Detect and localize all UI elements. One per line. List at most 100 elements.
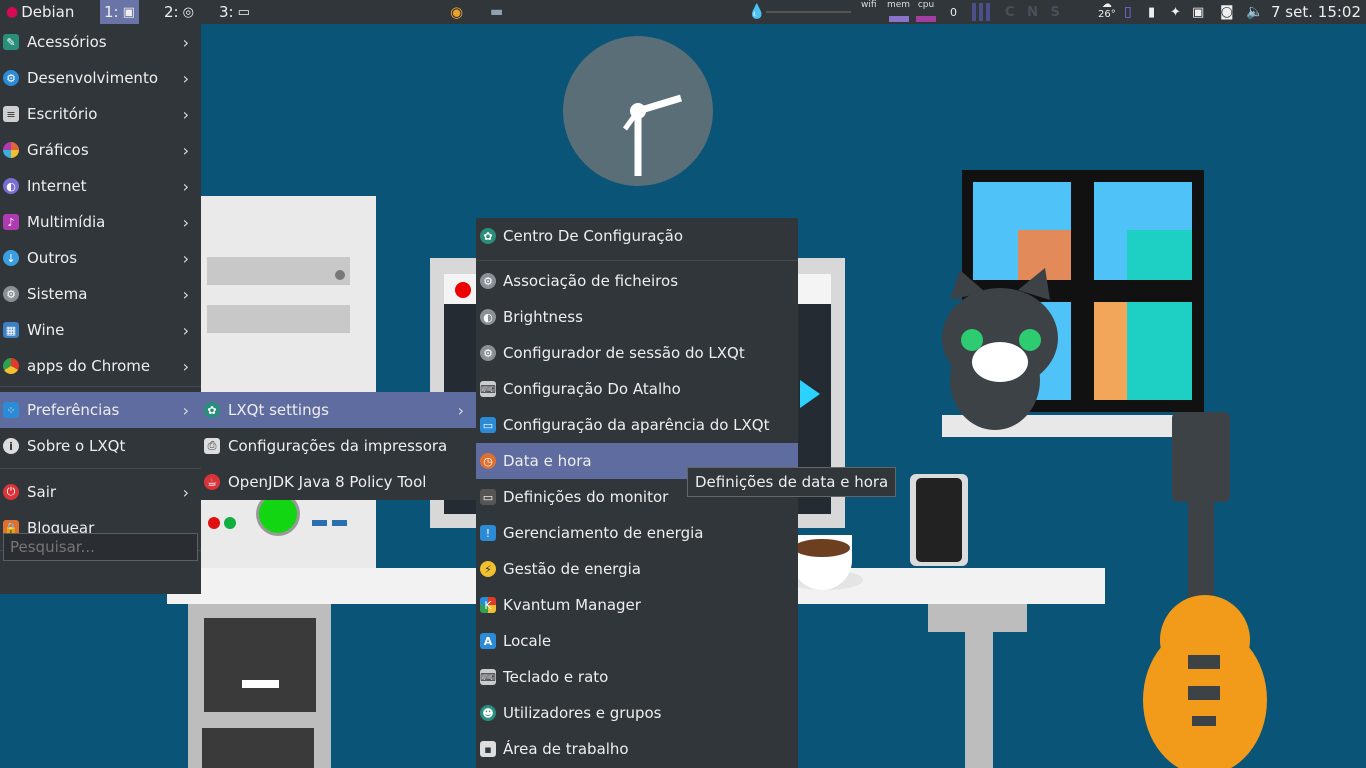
- submenu-item-label: Configurações da impressora: [228, 437, 448, 455]
- menu-item-about[interactable]: i Sobre o LXQt: [0, 428, 201, 464]
- multimedia-icon: ♪: [3, 214, 19, 230]
- submenu-item-config-center[interactable]: ✿ Centro De Configuração: [476, 218, 798, 254]
- submenu-item-desktop[interactable]: ▪ Área de trabalho: [476, 731, 798, 767]
- menu-item-label: Desenvolvimento: [27, 69, 159, 87]
- weather-temp: 26°: [1098, 9, 1116, 20]
- submenu-item-printer[interactable]: ⎙ Configurações da impressora: [201, 428, 476, 464]
- locale-icon: A: [480, 633, 496, 649]
- menu-item-acessorios[interactable]: ✎ Acessórios ›: [0, 24, 201, 60]
- session-icon: ⚙: [480, 345, 496, 361]
- workspace-1-label: 1:: [104, 3, 119, 21]
- submenu-item-label: Definições do monitor: [503, 488, 669, 506]
- menu-item-label: Multimídia: [27, 213, 106, 231]
- submenu-item-appearance[interactable]: ▭ Configuração da aparência do LXQt: [476, 407, 798, 443]
- clock-icon: ◷: [480, 453, 496, 469]
- menu-item-preferencias[interactable]: ⁘ Preferências ›: [0, 392, 201, 428]
- submenu-item-label: Associação de ficheiros: [503, 272, 679, 290]
- preferences-submenu: ✿ LXQt settings › ⎙ Configurações da imp…: [201, 392, 476, 500]
- workspace-3[interactable]: 3: ▭: [215, 0, 254, 24]
- submenu-item-label: Centro De Configuração: [503, 227, 684, 245]
- desktop-icon: ▪: [480, 741, 496, 757]
- menu-item-escritorio[interactable]: ≡ Escritório ›: [0, 96, 201, 132]
- menu-item-label: Sistema: [27, 285, 88, 303]
- submenu-item-label: Área de trabalho: [503, 740, 629, 758]
- slider-track[interactable]: [766, 0, 851, 24]
- chevron-right-icon: ›: [457, 400, 464, 420]
- system-icon: ⚙: [3, 286, 19, 302]
- submenu-item-file-association[interactable]: ⚙ Associação de ficheiros: [476, 263, 798, 299]
- submenu-item-label: Gestão de energia: [503, 560, 641, 578]
- menu-item-sistema[interactable]: ⚙ Sistema ›: [0, 276, 201, 312]
- config-center-icon: ✿: [480, 228, 496, 244]
- chevron-right-icon: ›: [182, 212, 189, 232]
- submenu-item-label: Teclado e rato: [503, 668, 609, 686]
- submenu-item-label: LXQt settings: [228, 401, 329, 419]
- notification-icon[interactable]: ▣: [1192, 0, 1204, 24]
- taskbar-chrome-button[interactable]: ◉: [450, 0, 463, 24]
- menu-item-label: apps do Chrome: [27, 357, 151, 375]
- chevron-right-icon: ›: [182, 482, 189, 502]
- menu-item-desenvolvimento[interactable]: ⚙ Desenvolvimento ›: [0, 60, 201, 96]
- keyboard-indicators: C N S: [1005, 4, 1064, 20]
- screenshot-icon[interactable]: ◙: [1220, 0, 1234, 24]
- chevron-right-icon: ›: [182, 104, 189, 124]
- taskbar-files-button[interactable]: ▬: [490, 0, 503, 24]
- submenu-item-label: Utilizadores e grupos: [503, 704, 662, 722]
- info-icon: i: [3, 438, 19, 454]
- menu-item-label: Gráficos: [27, 141, 89, 159]
- chrome-icon: ◉: [450, 3, 464, 21]
- menu-item-apps-chrome[interactable]: apps do Chrome ›: [0, 348, 201, 384]
- submenu-item-keyboard-mouse[interactable]: ⌨ Teclado e rato: [476, 659, 798, 695]
- weather-widget[interactable]: ☁ 26°: [1098, 0, 1116, 24]
- menu-item-label: Acessórios: [27, 33, 107, 51]
- chrome-icon: [3, 358, 19, 374]
- volume-drop-icon[interactable]: 💧: [748, 0, 765, 24]
- submenu-item-kvantum[interactable]: K Kvantum Manager: [476, 587, 798, 623]
- battery-icon[interactable]: ▮: [1148, 0, 1155, 24]
- workspace-3-label: 3:: [219, 3, 234, 21]
- menu-item-graficos[interactable]: Gráficos ›: [0, 132, 201, 168]
- dropbox-icon[interactable]: ✦: [1170, 0, 1181, 24]
- submenu-item-energy-management[interactable]: ! Gerenciamento de energia: [476, 515, 798, 551]
- submenu-item-users-groups[interactable]: ☻ Utilizadores e grupos: [476, 695, 798, 731]
- wifi-monitor: wifi: [861, 0, 877, 24]
- submenu-item-locale[interactable]: A Locale: [476, 623, 798, 659]
- clock[interactable]: 7 set. 15:02: [1271, 0, 1361, 24]
- preferences-icon: ⁘: [3, 402, 19, 418]
- menu-item-wine[interactable]: ▦ Wine ›: [0, 312, 201, 348]
- development-icon: ⚙: [3, 70, 19, 86]
- workspace-2[interactable]: 2: ◎: [160, 0, 198, 24]
- submenu-item-session[interactable]: ⚙ Configurador de sessão do LXQt: [476, 335, 798, 371]
- search-input[interactable]: [3, 533, 198, 561]
- menu-item-sair[interactable]: ⏻ Sair ›: [0, 474, 201, 510]
- mem-label: mem: [887, 0, 911, 10]
- submenu-item-shortcuts[interactable]: ⌨ Configuração Do Atalho: [476, 371, 798, 407]
- submenu-item-power[interactable]: ⚡ Gestão de energia: [476, 551, 798, 587]
- workspace-1[interactable]: 1: ▣: [100, 0, 139, 24]
- submenu-item-brightness[interactable]: ◐ Brightness: [476, 299, 798, 335]
- menu-item-internet[interactable]: ◐ Internet ›: [0, 168, 201, 204]
- accessories-icon: ✎: [3, 34, 19, 50]
- kvantum-icon: K: [480, 597, 496, 613]
- submenu-item-label: Kvantum Manager: [503, 596, 641, 614]
- wall-clock-illustration: [563, 36, 713, 186]
- date-time-tooltip: Definições de data e hora: [687, 467, 896, 497]
- chevron-right-icon: ›: [182, 176, 189, 196]
- menu-item-label: Escritório: [27, 105, 98, 123]
- submenu-item-label: Configuração da aparência do LXQt: [503, 416, 770, 434]
- menu-separator: [476, 260, 798, 261]
- monitor-icon: ▭: [480, 489, 496, 505]
- menu-item-outros[interactable]: ↓ Outros ›: [0, 240, 201, 276]
- printer-icon: ⎙: [204, 438, 220, 454]
- cpu-bars: [972, 0, 990, 24]
- lxqt-settings-icon: ✿: [204, 402, 220, 418]
- start-menu-label: Debian: [21, 3, 75, 21]
- office-icon: ≡: [3, 106, 19, 122]
- clipboard-icon[interactable]: ▯: [1124, 0, 1132, 24]
- menu-item-multimidia[interactable]: ♪ Multimídia ›: [0, 204, 201, 240]
- submenu-item-lxqt-settings[interactable]: ✿ LXQt settings ›: [201, 392, 476, 428]
- volume-icon[interactable]: 🔈: [1246, 0, 1263, 24]
- submenu-item-java-policy[interactable]: ☕ OpenJDK Java 8 Policy Tool: [201, 464, 476, 500]
- submenu-item-label: Brightness: [503, 308, 583, 326]
- start-menu-button[interactable]: ● Debian: [6, 0, 74, 24]
